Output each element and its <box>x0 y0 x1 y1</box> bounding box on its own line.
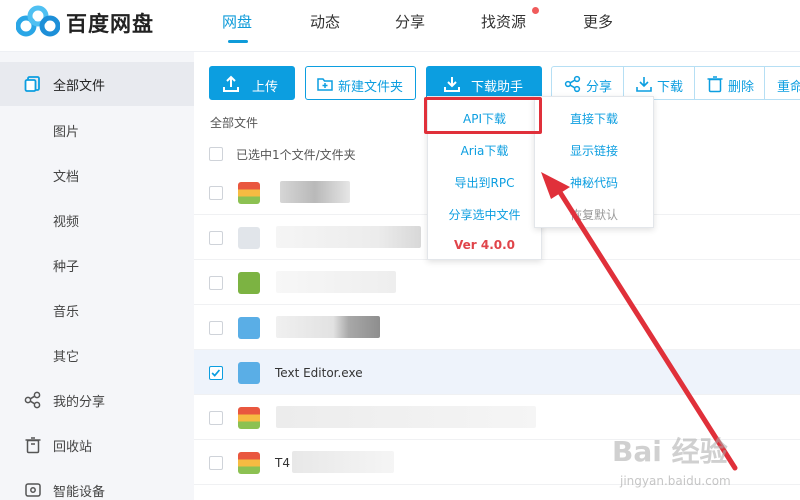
download-label: 下载 <box>657 80 684 95</box>
nav-tab-find-resources[interactable]: 找资源 <box>481 11 526 32</box>
menu-item-aria-download[interactable]: Aria下载 <box>428 142 541 159</box>
sidebar-item-label: 全部文件 <box>53 79 106 94</box>
new-folder-button[interactable]: 新建文件夹 <box>305 66 416 100</box>
share-button[interactable]: 分享 <box>551 66 624 100</box>
row-checkbox[interactable] <box>209 186 223 200</box>
sidebar-item-label: 文档 <box>53 170 80 185</box>
sidebar-item-label: 种子 <box>53 260 80 275</box>
download-button[interactable]: 下载 <box>623 66 695 100</box>
menu-item-share-selected[interactable]: 分享选中文件 <box>428 206 541 223</box>
menu-item-restore-default[interactable]: 恢复默认 <box>535 206 653 223</box>
sidebar-item-other[interactable]: 其它 <box>0 333 194 377</box>
sidebar-item-my-shares[interactable]: 我的分享 <box>0 378 194 422</box>
sidebar-item-torrents[interactable]: 种子 <box>0 243 194 287</box>
exe-file-icon <box>238 317 260 339</box>
trash-icon <box>25 437 41 454</box>
blurred-filename <box>276 226 421 248</box>
active-tab-indicator <box>228 40 248 43</box>
share-icon <box>564 75 581 93</box>
notification-dot <box>532 7 539 14</box>
device-icon <box>25 483 41 497</box>
nav-tab-more[interactable]: 更多 <box>583 11 613 32</box>
upload-icon <box>223 75 239 92</box>
row-checkbox[interactable] <box>209 276 223 290</box>
row-checkbox-checked[interactable] <box>209 366 223 380</box>
nav-tab-netdisk[interactable]: 网盘 <box>222 11 252 32</box>
sidebar-item-label: 其它 <box>53 350 80 365</box>
download-tray-icon <box>444 77 460 92</box>
download-helper-label: 下载助手 <box>471 80 524 95</box>
exe-file-icon <box>238 362 260 384</box>
sidebar-item-images[interactable]: 图片 <box>0 108 194 152</box>
sidebar-item-music[interactable]: 音乐 <box>0 288 194 332</box>
sidebar-item-documents[interactable]: 文档 <box>0 153 194 197</box>
blurred-filename <box>276 316 380 338</box>
sidebar-item-label: 我的分享 <box>53 395 106 410</box>
download-options-menu: 直接下载 显示链接 神秘代码 恢复默认 <box>534 96 654 228</box>
watermark-url: jingyan.baidu.com <box>620 474 731 488</box>
menu-item-show-link[interactable]: 显示链接 <box>535 142 653 159</box>
blurred-filename <box>276 406 536 428</box>
row-checkbox[interactable] <box>209 411 223 425</box>
download-helper-button[interactable]: 下载助手 <box>426 66 542 100</box>
menu-item-export-rpc[interactable]: 导出到RPC <box>428 174 541 191</box>
archive-icon <box>238 407 260 429</box>
upload-label: 上传 <box>252 80 279 95</box>
upload-button[interactable]: 上传 <box>209 66 295 100</box>
file-icon <box>24 76 40 92</box>
share-icon <box>24 391 41 409</box>
sidebar-item-label: 图片 <box>53 125 80 140</box>
sidebar-item-label: 音乐 <box>53 305 80 320</box>
row-checkbox[interactable] <box>209 456 223 470</box>
blurred-filename <box>280 181 350 203</box>
archive-icon <box>238 452 260 474</box>
select-all-checkbox[interactable] <box>209 147 223 161</box>
row-checkbox[interactable] <box>209 231 223 245</box>
sidebar-item-label: 视频 <box>53 215 80 230</box>
checkmark-icon <box>211 369 221 377</box>
new-folder-icon <box>317 78 333 91</box>
nav-tab-activity[interactable]: 动态 <box>310 11 340 32</box>
watermark-text: Bai 经验 <box>612 435 728 468</box>
android-apk-icon <box>238 272 260 294</box>
row-checkbox[interactable] <box>209 321 223 335</box>
rename-button[interactable]: 重命 <box>764 66 800 100</box>
file-name[interactable]: Text Editor.exe <box>275 366 363 380</box>
sidebar-item-videos[interactable]: 视频 <box>0 198 194 242</box>
cloud-file-icon <box>238 227 260 249</box>
sidebar-item-smart-devices[interactable]: 智能设备 <box>0 468 194 500</box>
blurred-filename <box>292 451 394 473</box>
top-header: 百度网盘 网盘 动态 分享 找资源 更多 <box>0 0 800 52</box>
highlight-box <box>424 97 542 134</box>
share-label: 分享 <box>586 80 613 95</box>
menu-item-secret-code[interactable]: 神秘代码 <box>535 174 653 191</box>
sidebar-item-all-files[interactable]: 全部文件 <box>0 62 194 106</box>
delete-button[interactable]: 删除 <box>694 66 765 100</box>
sidebar: 全部文件 图片 文档 视频 种子 音乐 其它 我的分享 回收站 智能设备 <box>0 52 194 500</box>
baidu-netdisk-logo-icon[interactable] <box>16 4 60 40</box>
sidebar-item-label: 回收站 <box>53 440 93 455</box>
file-name[interactable]: T4 <box>275 456 290 470</box>
breadcrumb[interactable]: 全部文件 <box>210 114 258 131</box>
nav-tab-share[interactable]: 分享 <box>395 11 425 32</box>
delete-label: 删除 <box>728 80 755 95</box>
download-icon <box>636 77 652 92</box>
menu-item-direct-download[interactable]: 直接下载 <box>535 110 653 127</box>
selection-count: 已选中1个文件/文件夹 <box>236 148 356 162</box>
trash-icon <box>707 76 723 93</box>
version-label: Ver 4.0.0 <box>453 238 516 252</box>
archive-icon <box>238 182 260 204</box>
brand-name: 百度网盘 <box>66 12 154 36</box>
new-folder-label: 新建文件夹 <box>338 80 404 95</box>
sidebar-item-recycle-bin[interactable]: 回收站 <box>0 423 194 467</box>
blurred-filename <box>276 271 396 293</box>
rename-label: 重命 <box>777 80 800 95</box>
sidebar-item-label: 智能设备 <box>53 485 106 500</box>
